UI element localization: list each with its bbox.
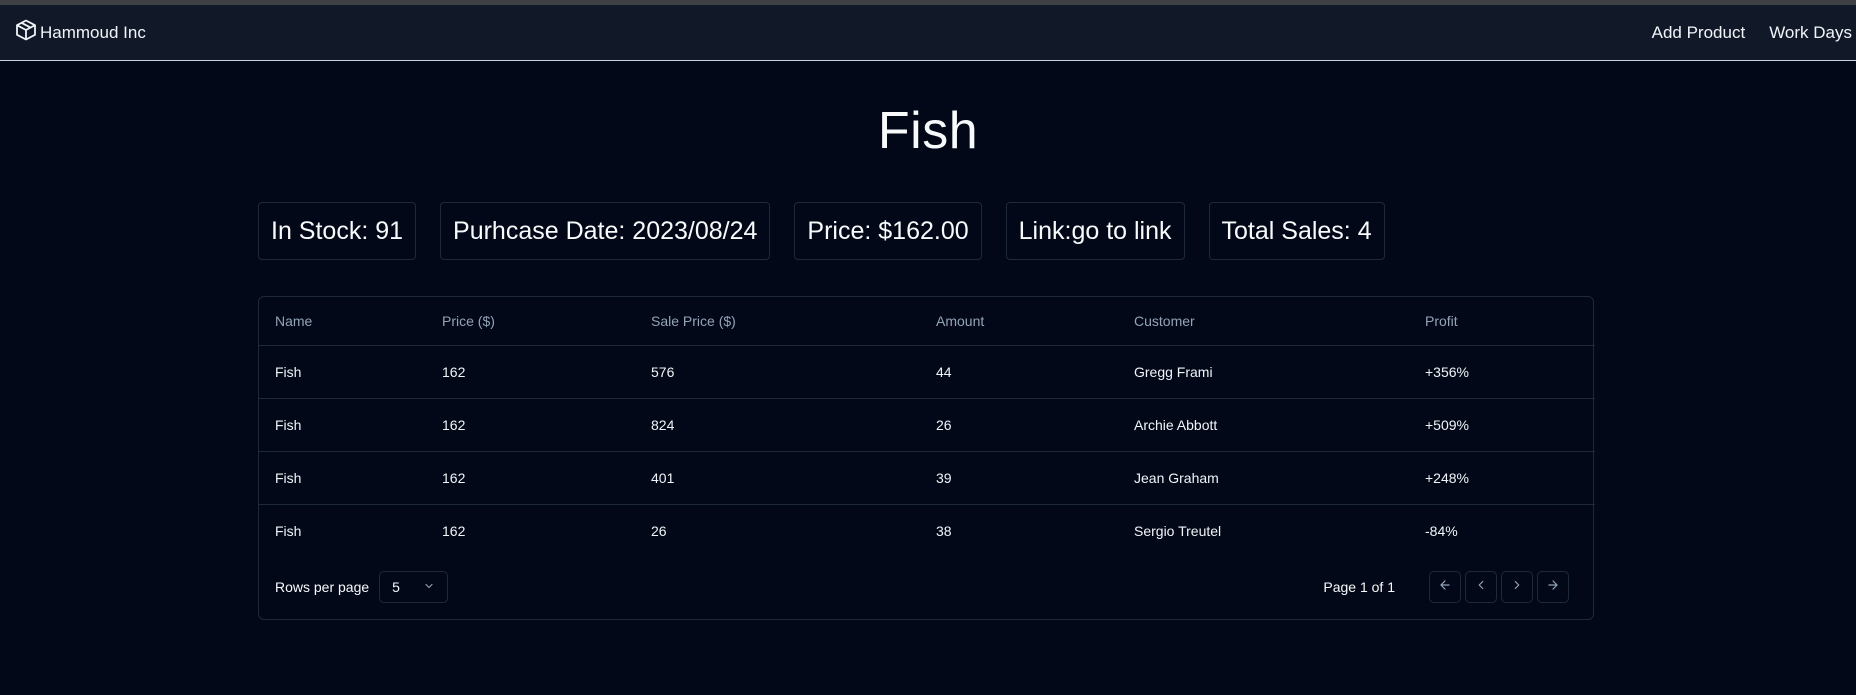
cell-price: 162: [426, 451, 635, 505]
table-row[interactable]: Fish 162 824 26 Archie Abbott +509%: [259, 398, 1595, 452]
last-page-button[interactable]: [1537, 571, 1569, 603]
chevron-left-icon: [1474, 578, 1488, 597]
pager-controls: Page 1 of 1: [1323, 571, 1569, 603]
cell-sale-price: 401: [635, 451, 920, 505]
cell-amount: 39: [920, 451, 1118, 505]
package-icon: [14, 18, 38, 47]
column-header-sale-price[interactable]: Sale Price ($): [635, 297, 920, 346]
nav-links: Add Product Work Days: [1652, 23, 1852, 43]
column-header-name[interactable]: Name: [259, 297, 426, 346]
table-header-row: Name Price ($) Sale Price ($) Amount Cus…: [259, 297, 1595, 346]
first-page-button[interactable]: [1429, 571, 1461, 603]
add-product-link[interactable]: Add Product: [1652, 23, 1746, 43]
cell-profit: -84%: [1425, 522, 1458, 539]
column-header-amount[interactable]: Amount: [920, 297, 1118, 346]
cell-price: 162: [442, 522, 466, 539]
cell-name: Fish: [259, 345, 426, 399]
cell-customer: Jean Graham: [1118, 451, 1409, 505]
cell-sale-price: 576: [635, 345, 920, 399]
rows-per-page-label: Rows per page: [275, 579, 370, 595]
cell-sale-price: 824: [635, 398, 920, 452]
table-row[interactable]: Fish 162 576 44 Gregg Frami +356%: [259, 345, 1595, 399]
cell-sale-price: 26: [651, 522, 667, 539]
cell-price: 162: [426, 345, 635, 399]
rows-per-page: Rows per page 5: [275, 571, 449, 603]
purchase-date-stat: Purhcase Date: 2023/08/24: [440, 202, 771, 260]
chevron-right-icon: [1510, 578, 1524, 597]
arrow-left-icon: [1438, 578, 1452, 597]
next-page-button[interactable]: [1501, 571, 1533, 603]
table-row[interactable]: Fish 162 26 38 Sergio Treutel -84%: [259, 504, 1595, 557]
total-sales-stat: Total Sales: 4: [1208, 202, 1385, 260]
cell-amount: 38: [936, 522, 952, 539]
cell-customer: Archie Abbott: [1118, 398, 1409, 452]
brand[interactable]: Hammoud Inc: [14, 18, 146, 47]
sales-table-card: Name Price ($) Sale Price ($) Amount Cus…: [258, 296, 1595, 620]
rows-per-page-value: 5: [392, 579, 400, 595]
work-days-link[interactable]: Work Days: [1769, 23, 1852, 43]
rows-per-page-select[interactable]: 5: [379, 571, 449, 603]
price-stat: Price: $162.00: [794, 202, 982, 260]
cell-profit: +356%: [1409, 345, 1595, 399]
chevron-down-icon: [423, 579, 435, 595]
sales-table: Name Price ($) Sale Price ($) Amount Cus…: [259, 297, 1595, 557]
cell-amount: 44: [920, 345, 1118, 399]
page-info: Page 1 of 1: [1323, 579, 1395, 595]
page-title: Fish: [877, 102, 979, 160]
arrow-right-icon: [1546, 578, 1560, 597]
previous-page-button[interactable]: [1465, 571, 1497, 603]
cell-name: Fish: [259, 398, 426, 452]
table-row[interactable]: Fish 162 401 39 Jean Graham +248%: [259, 451, 1595, 505]
brand-name: Hammoud Inc: [40, 22, 146, 42]
navbar: Hammoud Inc Add Product Work Days: [0, 5, 1856, 61]
cell-name: Fish: [259, 451, 426, 505]
cell-profit: +248%: [1409, 451, 1595, 505]
cell-profit: +509%: [1409, 398, 1595, 452]
column-header-profit[interactable]: Profit: [1409, 297, 1595, 346]
cell-customer: Gregg Frami: [1118, 345, 1409, 399]
cell-name: Fish: [275, 522, 302, 539]
in-stock-stat: In Stock: 91: [258, 202, 417, 260]
cell-price: 162: [426, 398, 635, 452]
pagination-bar: Rows per page 5 Page 1 of 1: [259, 555, 1593, 619]
stats-row: In Stock: 91 Purhcase Date: 2023/08/24 P…: [258, 202, 1856, 260]
column-header-customer[interactable]: Customer: [1118, 297, 1409, 346]
link-stat[interactable]: Link:go to link: [1005, 202, 1185, 260]
column-header-price[interactable]: Price ($): [426, 297, 635, 346]
cell-customer: Sergio Treutel: [1134, 522, 1222, 539]
cell-amount: 26: [920, 398, 1118, 452]
